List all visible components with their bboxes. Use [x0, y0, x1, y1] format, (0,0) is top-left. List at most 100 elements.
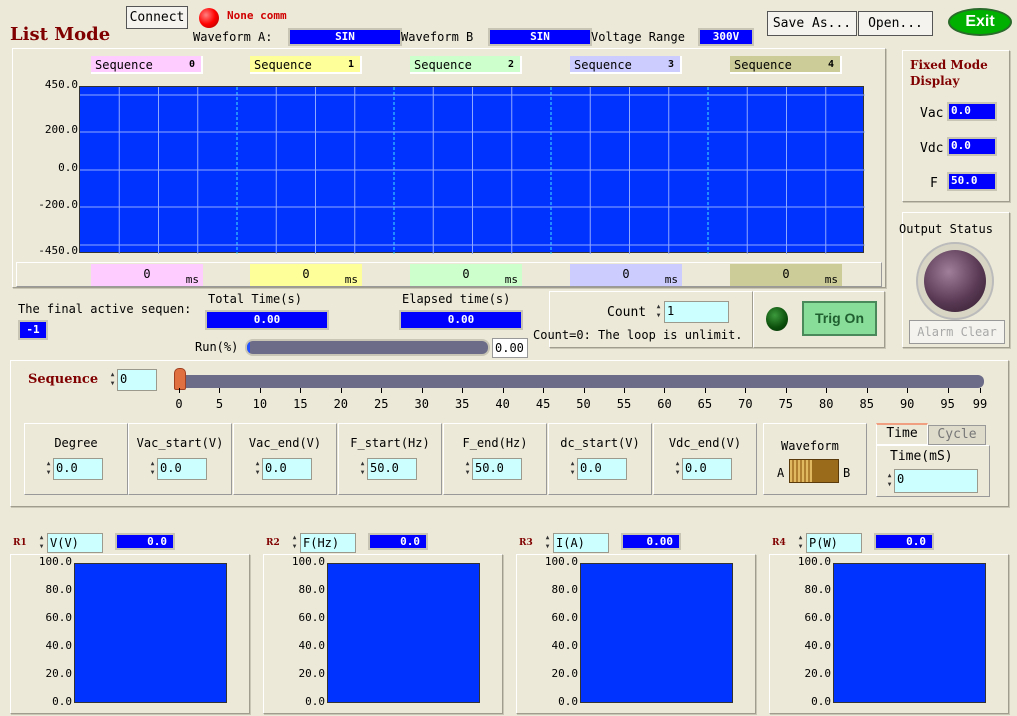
- sequence-slider-track[interactable]: [176, 375, 984, 388]
- waveform-a-display: SIN: [288, 28, 402, 46]
- field-input[interactable]: 0.0: [682, 458, 732, 480]
- readout-y-tick-label: 0.0: [558, 695, 578, 708]
- slider-tick-label: 25: [374, 397, 389, 411]
- sequence-time-unit: ms: [664, 273, 678, 286]
- slider-tick: [502, 388, 504, 393]
- readout-value: 0.0: [115, 533, 175, 550]
- sequence-time-value: 0: [462, 267, 470, 281]
- readout-y-tick-label: 80.0: [551, 583, 579, 596]
- slider-tick-label: 15: [293, 397, 308, 411]
- slider-tick-label: 99: [972, 397, 988, 411]
- field-spinner[interactable]: ▲ ▼: [674, 459, 681, 479]
- readout-y-tick-label: 20.0: [298, 667, 326, 680]
- readout-param-select[interactable]: P(W): [806, 533, 862, 553]
- field-label: F_end(Hz): [462, 436, 528, 450]
- voltage-range-label: Voltage Range: [591, 30, 685, 44]
- run-percent-value: 0.00: [492, 338, 528, 358]
- slider-tick: [219, 388, 221, 393]
- voltage-range-display: 300V: [698, 28, 754, 46]
- sequence-time-value: 0: [143, 267, 151, 281]
- field-spinner[interactable]: ▲ ▼: [45, 459, 52, 479]
- sequence-time-unit: ms: [344, 273, 358, 286]
- save-as-button[interactable]: Save As...: [767, 11, 857, 36]
- sequence-tab-index: 4: [827, 59, 834, 70]
- slider-tick: [300, 388, 302, 393]
- field-spinner[interactable]: ▲ ▼: [464, 459, 471, 479]
- readout-param-spinner[interactable]: ▲ ▼: [797, 533, 804, 553]
- field-input[interactable]: 50.0: [472, 458, 522, 480]
- readout-param-select[interactable]: F(Hz): [300, 533, 356, 553]
- vdc-display: 0.0: [947, 137, 997, 156]
- waveform-b-label: Waveform B: [401, 30, 474, 44]
- readout-param-select[interactable]: V(V): [47, 533, 103, 553]
- slider-tick-label: 30: [414, 397, 429, 411]
- time-input[interactable]: 0: [894, 469, 978, 493]
- waveform-b-display: SIN: [488, 28, 592, 46]
- sequence-time-value: 0: [782, 267, 790, 281]
- readout-tag: R2: [266, 538, 280, 548]
- trig-on-button[interactable]: Trig On: [802, 301, 877, 336]
- field-spinner[interactable]: ▲ ▼: [254, 459, 261, 479]
- slider-tick-label: 20: [333, 397, 349, 411]
- readout-y-tick-label: 40.0: [551, 639, 579, 652]
- readout-param-select[interactable]: I(A): [553, 533, 609, 553]
- f-display: 50.0: [947, 172, 997, 191]
- sequence-tab-label: Sequence: [254, 58, 312, 72]
- sequence-tab-1: Sequence 1: [250, 56, 362, 74]
- readout-tag: R1: [13, 538, 27, 548]
- sequence-tab-label: Sequence: [95, 58, 153, 72]
- slider-tick: [785, 388, 787, 393]
- open-button[interactable]: Open...: [858, 11, 933, 36]
- field-input[interactable]: 0.0: [262, 458, 312, 480]
- sequence-tab-index: 0: [188, 59, 195, 70]
- readout-y-tick-label: 20.0: [45, 667, 73, 680]
- readout-chart-plot: [580, 563, 733, 703]
- sequence-spinner[interactable]: ▲ ▼: [109, 370, 116, 390]
- readout-param-spinner[interactable]: ▲ ▼: [291, 533, 298, 553]
- slider-tick-label: 45: [535, 397, 551, 411]
- alarm-clear-button[interactable]: Alarm Clear: [909, 320, 1005, 344]
- main-chart-plot: [79, 86, 865, 254]
- field-label: Degree: [54, 436, 98, 450]
- output-status-lamp: [924, 250, 986, 312]
- slider-tick-label: 35: [454, 397, 470, 411]
- slider-tick-label: 65: [697, 397, 713, 411]
- readout-param-spinner[interactable]: ▲ ▼: [544, 533, 551, 553]
- waveform-a-label: Waveform A:: [193, 30, 273, 44]
- vac-label: Vac: [920, 106, 944, 121]
- time-spinner[interactable]: ▲ ▼: [886, 471, 893, 491]
- tab-cycle[interactable]: Cycle: [928, 425, 986, 445]
- field-input[interactable]: 0.0: [157, 458, 207, 480]
- slider-tick-label: 70: [738, 397, 753, 411]
- sequence-time-4: 0 ms: [730, 264, 842, 286]
- readout-param-spinner[interactable]: ▲ ▼: [38, 533, 45, 553]
- field-input[interactable]: 0.0: [53, 458, 103, 480]
- field-spinner[interactable]: ▲ ▼: [149, 459, 156, 479]
- comm-led-icon: [199, 8, 219, 28]
- f-label: F: [930, 176, 938, 191]
- sequence-time-2: 0 ms: [410, 264, 522, 286]
- slider-tick-label: 80: [819, 397, 834, 411]
- run-progress-fill: [247, 341, 250, 354]
- slider-tick: [980, 388, 981, 393]
- readout-value: 0.0: [874, 533, 934, 550]
- slider-tick: [340, 388, 342, 393]
- sequence-slider-thumb[interactable]: [174, 368, 186, 390]
- field-input[interactable]: 0.0: [577, 458, 627, 480]
- field-spinner[interactable]: ▲ ▼: [569, 459, 576, 479]
- sequence-input[interactable]: 0: [117, 369, 157, 391]
- slider-tick: [421, 388, 423, 393]
- field-spinner[interactable]: ▲ ▼: [359, 459, 366, 479]
- connect-button[interactable]: Connect: [126, 6, 188, 29]
- slider-tick-label: 50: [576, 397, 591, 411]
- exit-button[interactable]: Exit: [948, 8, 1012, 36]
- readout-y-tick-label: 100.0: [38, 555, 72, 568]
- slider-tick: [381, 388, 383, 393]
- field-input[interactable]: 50.0: [367, 458, 417, 480]
- switch-b-label: B: [843, 466, 851, 480]
- count-spinner[interactable]: ▲ ▼: [655, 302, 662, 322]
- count-input[interactable]: 1: [664, 301, 729, 323]
- waveform-toggle-switch[interactable]: [789, 459, 839, 483]
- sequence-tab-4: Sequence 4: [730, 56, 842, 74]
- tab-time[interactable]: Time: [876, 423, 928, 445]
